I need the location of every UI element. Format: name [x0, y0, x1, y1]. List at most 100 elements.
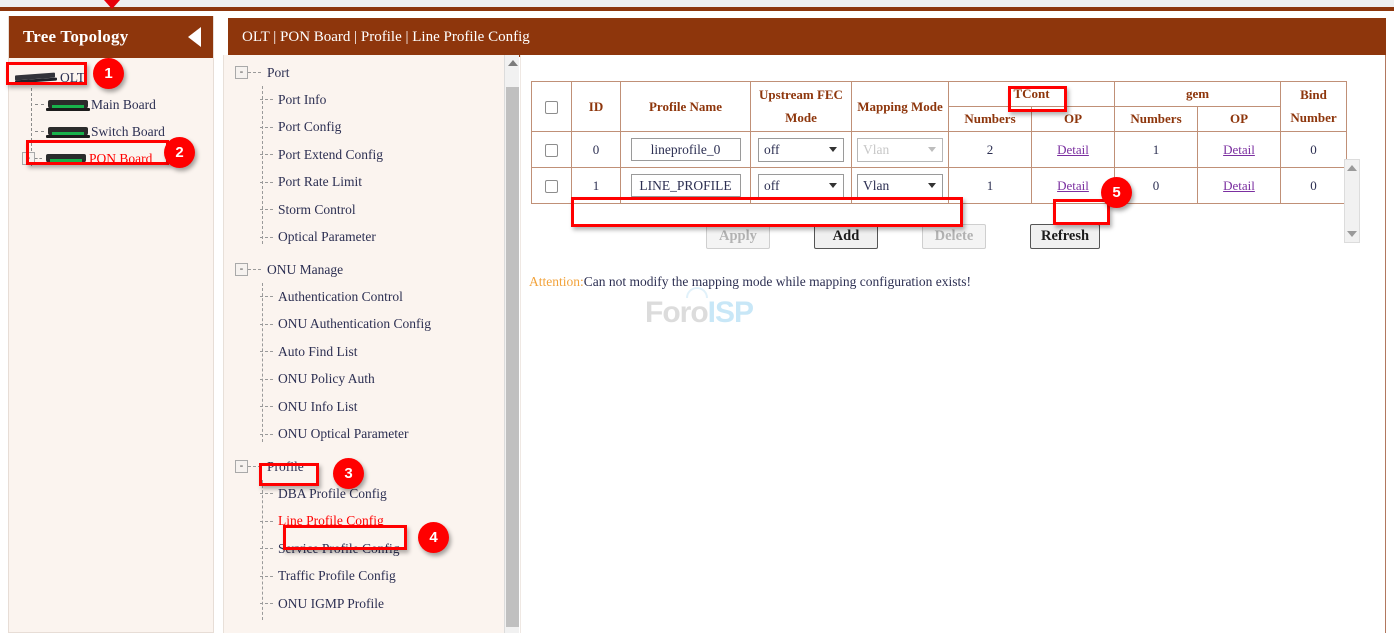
pointer-arrow-icon [104, 0, 120, 9]
annotation-badge-2: 2 [164, 137, 195, 168]
row-gem-op-cell: Detail [1198, 168, 1281, 204]
tcont-detail-link[interactable]: Detail [1057, 142, 1089, 157]
add-button[interactable]: Add [814, 224, 878, 249]
gem-detail-link[interactable]: Detail [1223, 178, 1255, 193]
main-content: ID Profile Name Upstream FEC Mode Mappin… [520, 55, 1386, 633]
upstream-fec-select[interactable]: off [758, 174, 844, 198]
column-header-upstream-fec-mode: Upstream FEC Mode [751, 82, 852, 132]
tree-connector [35, 104, 44, 105]
nav-group-port[interactable]: - Port [224, 59, 519, 86]
tree-connector [260, 182, 273, 183]
column-header-bind-number: Bind Number [1281, 82, 1347, 132]
nav-group-onu-manage[interactable]: - ONU Manage [224, 256, 519, 283]
delete-button[interactable]: Delete [922, 224, 986, 249]
attention-keyword: Attention: [529, 274, 584, 289]
tree-topology-title: Tree Topology [23, 27, 128, 47]
sidebar-item-port-rate-limit[interactable]: Port Rate Limit [224, 169, 519, 197]
profile-name-input[interactable] [631, 138, 741, 161]
scroll-down-icon[interactable] [1345, 227, 1359, 241]
tcont-detail-link[interactable]: Detail [1057, 178, 1089, 193]
nav-scrollbar[interactable] [504, 55, 519, 633]
table-body: 0 off Vlan [532, 132, 1347, 204]
sidebar-item-onu-info-list[interactable]: ONU Info List [224, 393, 519, 421]
sidebar-item-label: Optical Parameter [278, 229, 376, 245]
watermark-part2: ISP [708, 296, 753, 329]
row-checkbox[interactable] [545, 144, 558, 157]
mapping-mode-select-wrap: Vlan [857, 138, 943, 162]
column-header-id: ID [572, 82, 621, 132]
nav-group-label: ONU Manage [267, 262, 343, 278]
select-all-checkbox[interactable] [545, 101, 558, 114]
annotation-badge-4: 4 [418, 522, 449, 553]
attention-message: Attention:Can not modify the mapping mod… [529, 274, 1385, 290]
mapping-mode-select[interactable]: Vlan [857, 174, 943, 198]
table-header: ID Profile Name Upstream FEC Mode Mappin… [532, 82, 1347, 132]
tree-node-main-board[interactable]: Main Board [13, 91, 213, 118]
sidebar-item-onu-optical-parameter[interactable]: ONU Optical Parameter [224, 421, 519, 449]
sidebar-item-label: ONU Info List [278, 399, 358, 415]
tree-connector [260, 99, 273, 100]
nav-group-label: Port [267, 65, 290, 81]
tree-connector [260, 237, 273, 238]
sidebar-item-onu-policy-auth[interactable]: ONU Policy Auth [224, 366, 519, 394]
tree-topology-panel: Tree Topology OLT Main Board [8, 16, 214, 633]
sidebar-item-port-config[interactable]: Port Config [224, 114, 519, 142]
watermark: ForoISP [645, 296, 753, 330]
sidebar-item-label: ONU IGMP Profile [278, 596, 384, 612]
sidebar-item-auto-find-list[interactable]: Auto Find List [224, 338, 519, 366]
tree-connector [260, 154, 273, 155]
row-tcont-numbers: 2 [949, 132, 1032, 168]
profile-name-input[interactable] [631, 174, 741, 197]
upstream-fec-select[interactable]: off [758, 138, 844, 162]
scroll-up-icon[interactable] [1345, 161, 1359, 175]
sidebar-item-storm-control[interactable]: Storm Control [224, 196, 519, 224]
sidebar-item-label: Storm Control [278, 202, 356, 218]
action-buttons: Apply Add Delete Refresh [521, 224, 1385, 249]
annotation-highlight-pon-board [26, 140, 169, 165]
watermark-part1: Foro [645, 296, 708, 329]
mapping-mode-select-wrap: Vlan [857, 174, 943, 198]
apply-button[interactable]: Apply [706, 224, 770, 249]
scrollbar-thumb[interactable] [506, 87, 519, 627]
tree-node-label: Main Board [91, 97, 156, 113]
sidebar-item-label: Port Extend Config [278, 147, 383, 163]
triangle-left-icon[interactable] [188, 27, 201, 47]
annotation-badge-5: 5 [1101, 177, 1132, 208]
row-tcont-op-cell: Detail [1032, 132, 1115, 168]
device-board-icon [46, 98, 90, 111]
scroll-up-icon[interactable] [505, 55, 519, 70]
sidebar-item-label: Auto Find List [278, 344, 358, 360]
sidebar-item-port-info[interactable]: Port Info [224, 86, 519, 114]
row-select-cell [532, 168, 572, 204]
row-checkbox[interactable] [545, 180, 558, 193]
sidebar-item-traffic-profile-config[interactable]: Traffic Profile Config [224, 563, 519, 591]
sidebar-item-optical-parameter[interactable]: Optical Parameter [224, 224, 519, 252]
tree-connector [260, 406, 273, 407]
nav-toggle-icon[interactable]: - [235, 263, 248, 276]
table-scrollbar[interactable] [1344, 159, 1360, 243]
sidebar-item-label: ONU Optical Parameter [278, 426, 408, 442]
sidebar-item-label: Port Info [278, 92, 326, 108]
sidebar-item-onu-igmp-profile[interactable]: ONU IGMP Profile [224, 590, 519, 618]
tree-connector [260, 493, 273, 494]
nav-toggle-icon[interactable]: - [235, 66, 248, 79]
column-header-profile-name: Profile Name [621, 82, 751, 132]
sidebar-item-label: DBA Profile Config [278, 486, 387, 502]
application-window: Tree Topology OLT Main Board [0, 0, 1394, 633]
annotation-highlight-line-profile-config [283, 525, 407, 550]
tree-connector [260, 324, 273, 325]
table-row: 0 off Vlan [532, 132, 1347, 168]
annotation-highlight-olt [6, 62, 87, 85]
gem-detail-link[interactable]: Detail [1223, 142, 1255, 157]
nav-toggle-icon[interactable]: - [235, 460, 248, 473]
tree-node-label: Switch Board [91, 124, 165, 140]
sidebar-item-port-extend-config[interactable]: Port Extend Config [224, 141, 519, 169]
upstream-fec-line2: Mode [753, 110, 849, 126]
sidebar-item-authentication-control[interactable]: Authentication Control [224, 283, 519, 311]
sidebar-item-label: ONU Policy Auth [278, 371, 375, 387]
row-upstream-fec-cell: off [751, 132, 852, 168]
tree-connector [260, 521, 273, 522]
sidebar-item-onu-authentication-config[interactable]: ONU Authentication Config [224, 311, 519, 339]
breadcrumb: OLT | PON Board | Profile | Line Profile… [228, 18, 1386, 57]
refresh-button[interactable]: Refresh [1030, 224, 1100, 249]
